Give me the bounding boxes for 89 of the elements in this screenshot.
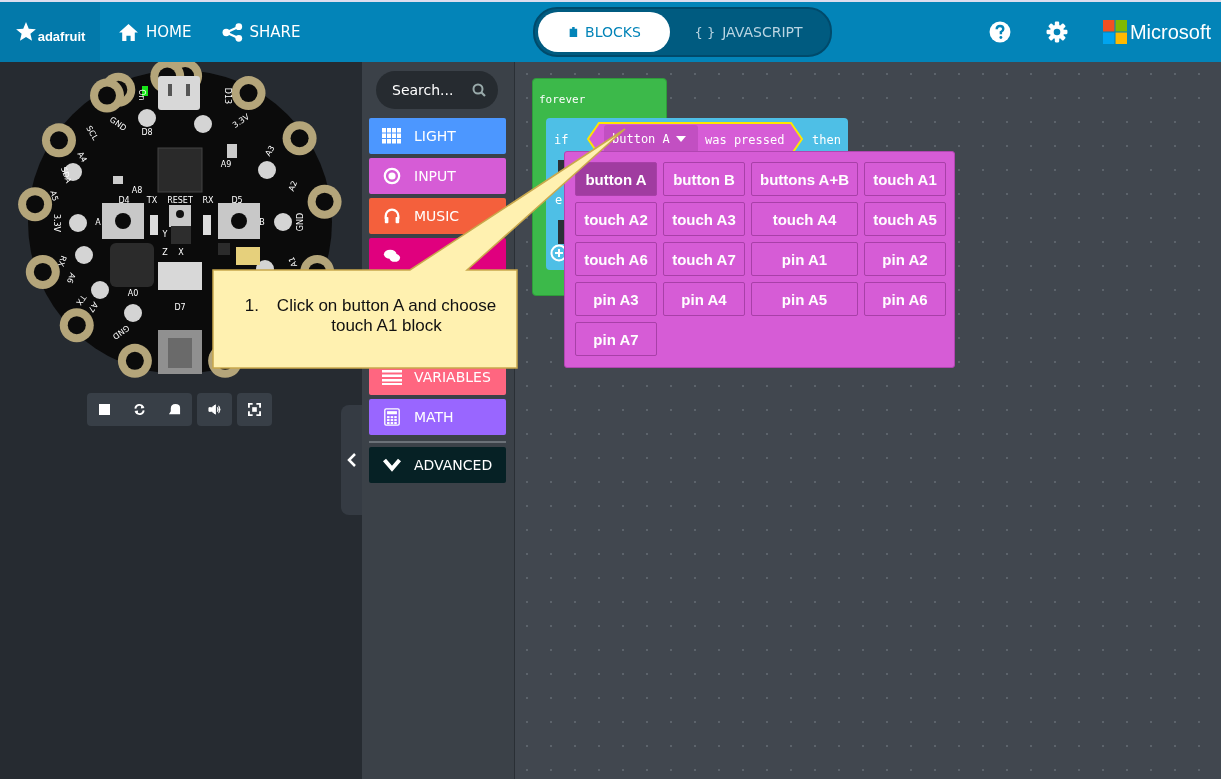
- dropdown-option[interactable]: pin A4: [663, 282, 745, 316]
- editor-tab[interactable]: { } JAVASCRIPT: [670, 12, 827, 52]
- board-pin-label: A2: [286, 179, 300, 193]
- board-pin-label: Y: [162, 229, 168, 239]
- toolbox-category[interactable]: LIGHT: [369, 118, 506, 154]
- board-pin-label: RESET: [167, 195, 193, 205]
- dropdown-option[interactable]: pin A1: [751, 242, 858, 276]
- dropdown-option[interactable]: pin A5: [751, 282, 858, 316]
- board-pin-label: Z: [162, 247, 168, 257]
- board-pin-label: B: [259, 217, 265, 227]
- board-pin-label: A4: [75, 150, 89, 164]
- dropdown-option[interactable]: buttons A+B: [751, 162, 858, 196]
- board-pin-label: TX: [146, 195, 158, 205]
- dropdown-option[interactable]: touch A3: [663, 202, 745, 236]
- dropdown-option[interactable]: pin A7: [575, 322, 657, 356]
- dropdown-option[interactable]: pin A2: [864, 242, 946, 276]
- block-label: e: [555, 193, 563, 207]
- help-icon[interactable]: [988, 21, 1011, 43]
- target-icon: [382, 167, 402, 185]
- board-pin-label: D5: [231, 195, 243, 205]
- mute-button[interactable]: [197, 393, 232, 426]
- board-pin-label: D13: [222, 87, 232, 105]
- fullscreen-button[interactable]: [237, 393, 272, 426]
- board-pin-label: A6: [64, 271, 78, 285]
- dropdown-option[interactable]: pin A6: [864, 282, 946, 316]
- board-pin-label: A1: [286, 255, 300, 269]
- partner-logo-text: Microsoft: [1129, 20, 1211, 44]
- collapse-panel-button[interactable]: [341, 405, 362, 515]
- dropdown-option[interactable]: pin A3: [575, 282, 657, 316]
- board-pin-label: A9: [220, 159, 232, 169]
- board-pin-label: D7: [174, 302, 186, 312]
- board-pin-label: A3: [263, 144, 277, 158]
- board-pin-label: A: [95, 217, 101, 227]
- calculator-icon: [382, 408, 402, 426]
- chat-bubbles-icon: [382, 247, 402, 265]
- brand-name: adafruit: [37, 28, 86, 44]
- tooltip-text: 1. Click on button A and choose touch A1 block: [243, 296, 498, 336]
- toolbox-category[interactable]: INPUT: [369, 158, 506, 194]
- dropdown-option[interactable]: touch A2: [575, 202, 657, 236]
- search-field[interactable]: Search...: [376, 71, 498, 109]
- lines-icon: [382, 368, 402, 386]
- home-icon: [118, 22, 139, 42]
- board-pin-label: A0: [127, 288, 139, 298]
- board-pin-label: A7: [86, 300, 100, 314]
- advanced-category[interactable]: ADVANCED: [369, 447, 506, 483]
- block-label: forever: [539, 93, 586, 106]
- dropdown-option[interactable]: touch A1: [864, 162, 946, 196]
- board-pin-label: 3.3V: [51, 213, 61, 233]
- share-link[interactable]: SHARE: [221, 22, 301, 42]
- board-pin-label: RX: [55, 254, 69, 268]
- settings-icon[interactable]: [1045, 21, 1068, 43]
- headphones-icon: [382, 207, 402, 225]
- puzzle-piece-icon: [568, 26, 579, 38]
- board-pin-label: RX: [202, 195, 214, 205]
- board-pin-label: GND: [295, 212, 305, 232]
- chevron-left-icon: [346, 453, 357, 467]
- board-pin-label: A5: [48, 189, 60, 203]
- dropdown-option[interactable]: touch A7: [663, 242, 745, 276]
- dropdown-option[interactable]: touch A4: [751, 202, 858, 236]
- block-label: if: [554, 133, 569, 147]
- board-pin-label: D8: [141, 127, 153, 137]
- caret-icon: [675, 136, 686, 142]
- board-pin-label: A8: [131, 185, 143, 195]
- board-pin-label: D4: [118, 195, 130, 205]
- block-label: was pressed: [705, 133, 785, 147]
- share-icon: [221, 22, 243, 42]
- dropdown-option[interactable]: button B: [663, 162, 745, 196]
- editor-tab[interactable]: BLOCKS: [538, 12, 671, 52]
- speaker-icon: [208, 403, 221, 416]
- dropdown-option[interactable]: button A: [575, 162, 657, 196]
- logo-area[interactable]: adafruit: [0, 2, 100, 62]
- flower-star-icon: [14, 21, 37, 43]
- dropdown-option[interactable]: touch A6: [575, 242, 657, 276]
- restart-icon: [133, 403, 146, 416]
- chevron-down-icon: [382, 456, 402, 474]
- four-squares-logo-icon: [1102, 20, 1127, 44]
- home-link[interactable]: HOME: [118, 22, 192, 42]
- search-icon: [472, 83, 486, 97]
- board-pin-label: GND: [107, 115, 129, 133]
- toolbox-category[interactable]: MATH: [369, 399, 506, 435]
- board-pin-label: GND: [110, 323, 132, 341]
- board-pin-label: On: [136, 89, 146, 101]
- dropdown-option[interactable]: touch A5: [864, 202, 946, 236]
- fullscreen-icon: [248, 403, 261, 416]
- block-label: then: [812, 133, 841, 147]
- grid-icon: [382, 127, 402, 145]
- board-pin-label: SDA: [58, 165, 74, 185]
- board-pin-label: TX: [74, 293, 88, 307]
- board-pin-label: X: [178, 247, 184, 257]
